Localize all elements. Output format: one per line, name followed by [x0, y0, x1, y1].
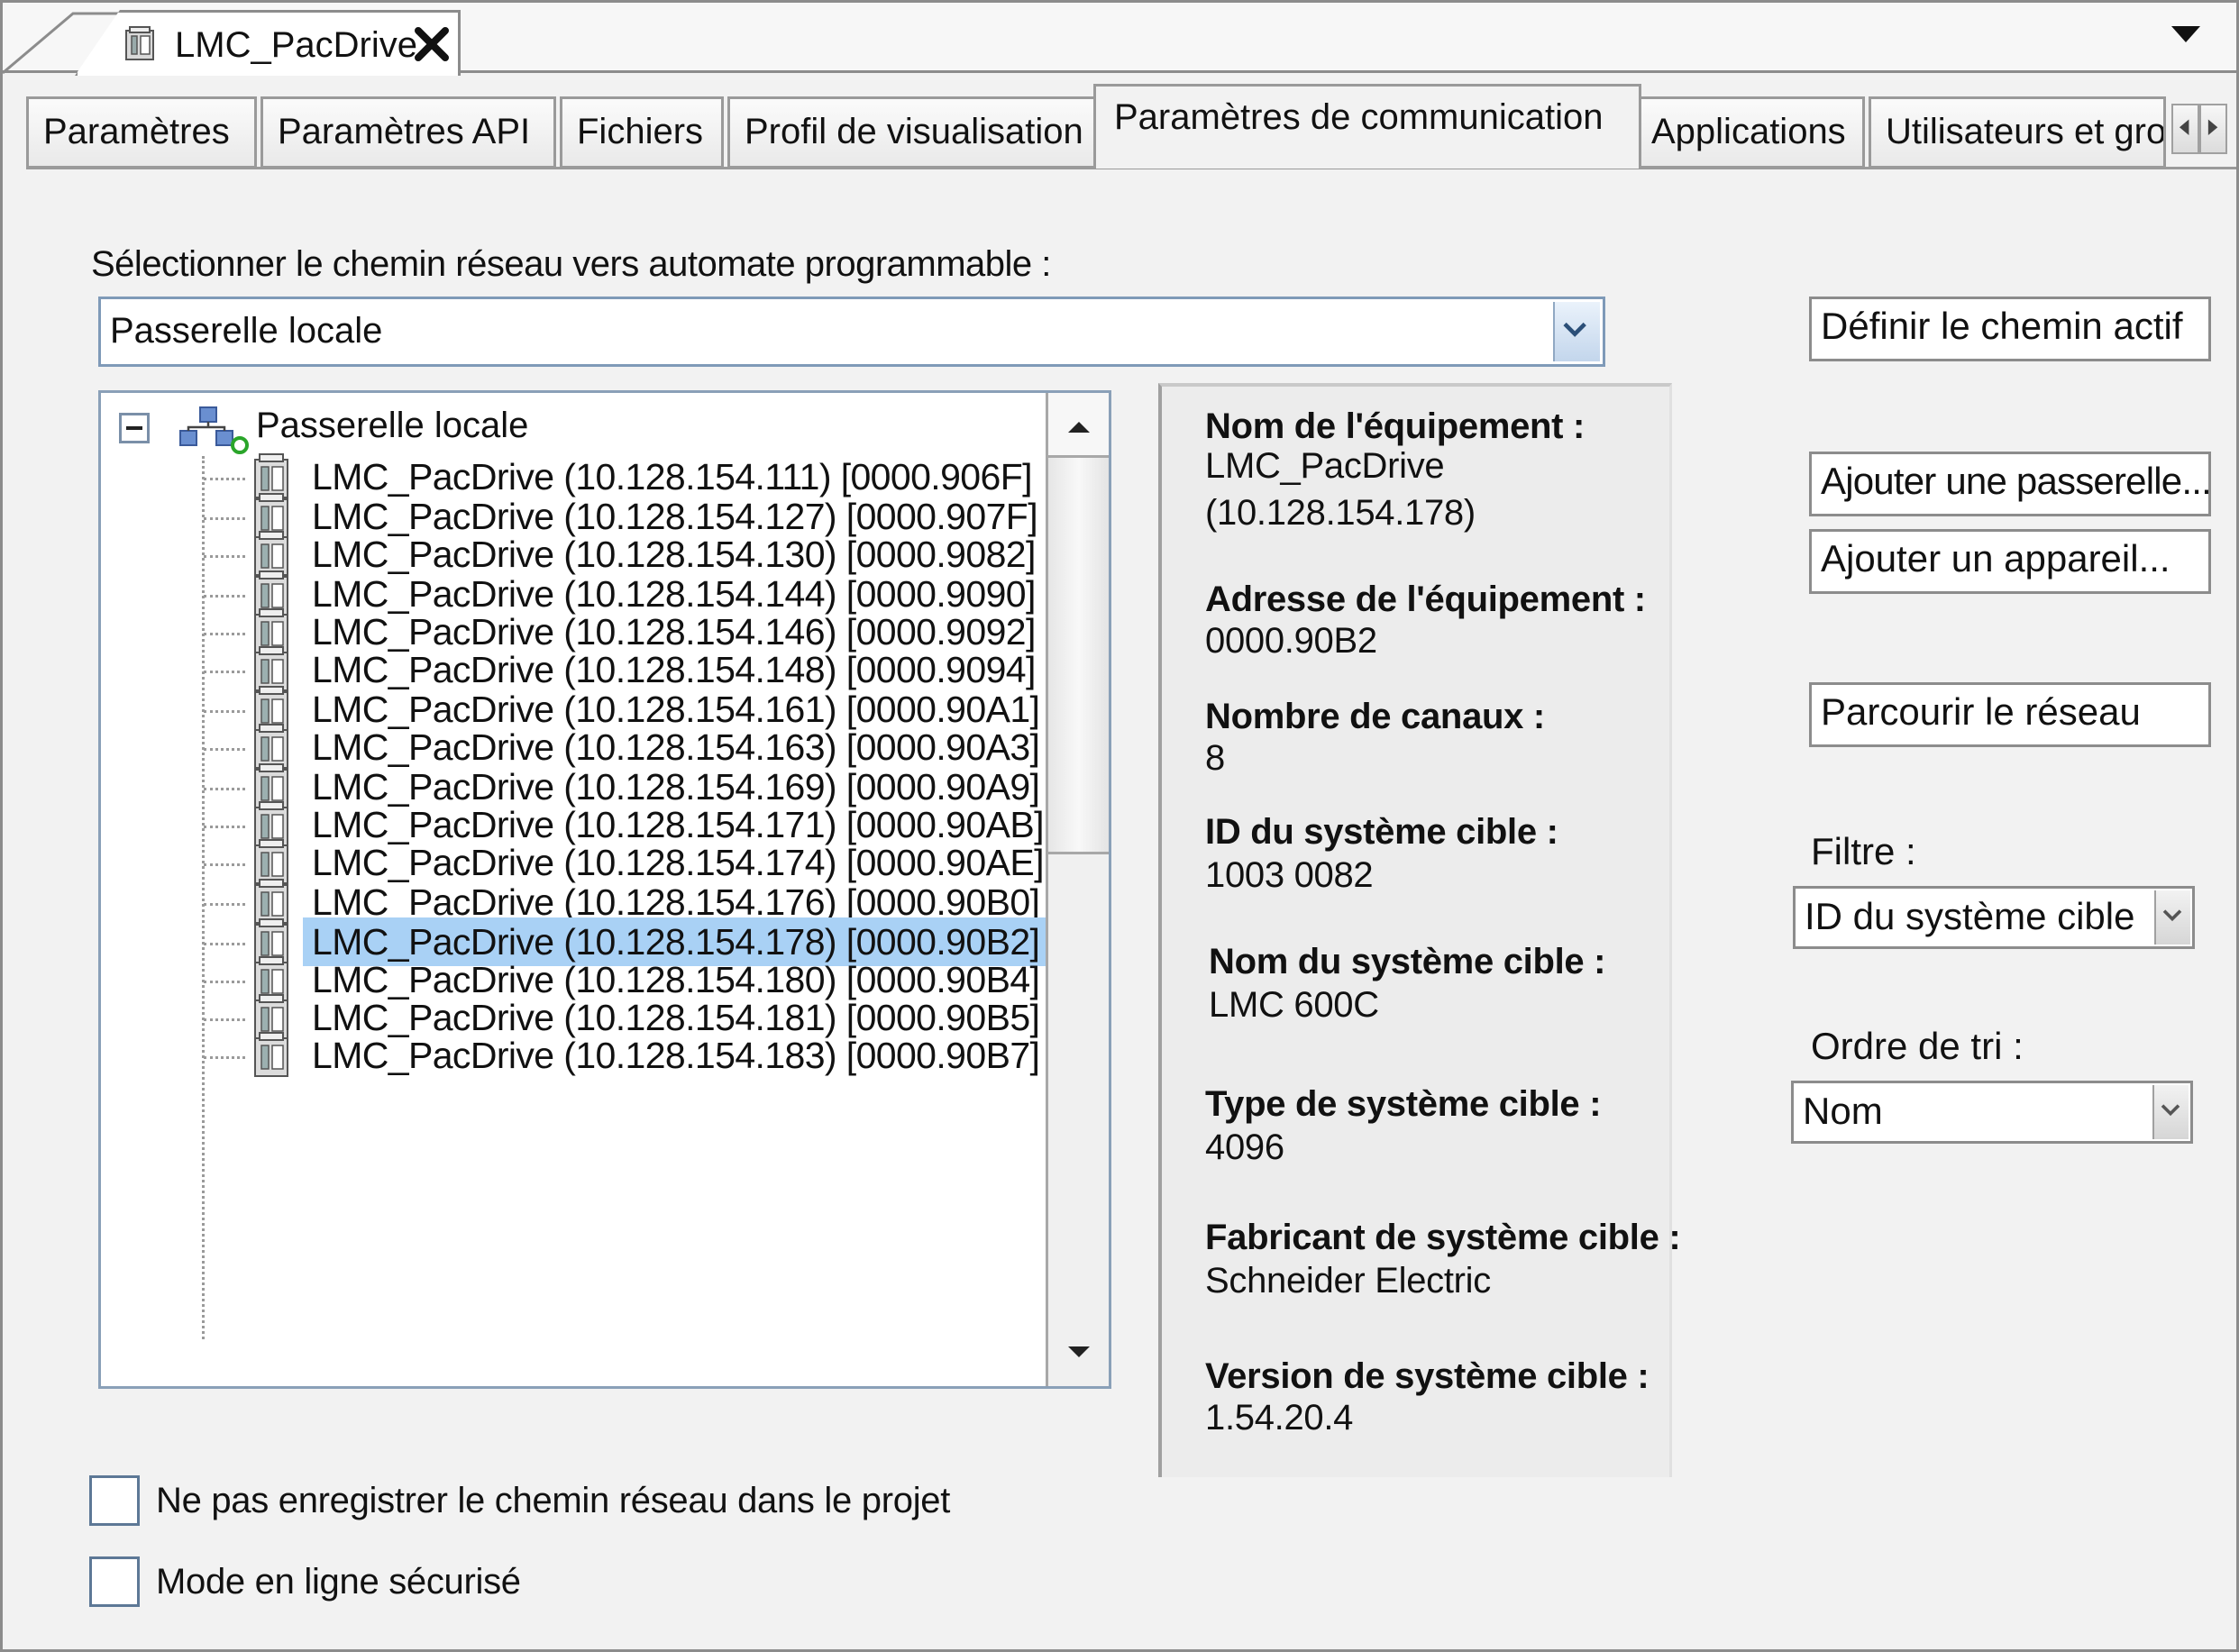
sort-order-select[interactable]: Nom	[1791, 1081, 2193, 1144]
device-tree[interactable]: Passerelle locale LMC_PacDrive (10.128.1…	[98, 390, 1111, 1389]
sort-order-label: Ordre de tri :	[1811, 1025, 2024, 1067]
network-path-select[interactable]: Passerelle locale	[98, 297, 1605, 367]
device-address-label: Adresse de l'équipement :	[1205, 580, 1646, 619]
chevron-right-icon	[2207, 119, 2218, 135]
filter-value: ID du système cible	[1805, 895, 2135, 937]
device-name-value: LMC_PacDrive	[1205, 446, 1445, 486]
chevron-down-icon	[1563, 322, 1586, 337]
device-address-value: 0000.90B2	[1205, 621, 1377, 661]
arrow-up-icon	[1068, 422, 1090, 433]
tab-scroll-right-button[interactable]	[2199, 104, 2227, 154]
scroll-up-button[interactable]	[1048, 393, 1109, 458]
target-vendor-value: Schneider Electric	[1205, 1261, 1491, 1301]
target-type-label: Type de système cible :	[1205, 1084, 1602, 1124]
tree-root-label: Passerelle locale	[256, 406, 529, 445]
device-icon	[125, 26, 154, 60]
device-ip-value: (10.128.154.178)	[1205, 493, 1476, 533]
set-active-path-button[interactable]: Définir le chemin actif	[1809, 297, 2211, 361]
device-name-label: Nom de l'équipement :	[1205, 406, 1586, 446]
tree-node[interactable]: LMC_PacDrive (10.128.154.183) [0000.90B7…	[101, 1029, 1040, 1080]
target-id-label: ID du système cible :	[1205, 812, 1558, 852]
chevron-left-icon	[2179, 119, 2189, 135]
channels-label: Nombre de canaux :	[1205, 697, 1545, 736]
filter-select[interactable]: ID du système cible	[1793, 886, 2195, 949]
tab-fichiers[interactable]: Fichiers	[560, 96, 724, 169]
dont-save-path-checkbox[interactable]	[89, 1475, 140, 1526]
add-gateway-button[interactable]: Ajouter une passerelle...	[1809, 452, 2211, 516]
scroll-down-button[interactable]	[1048, 1321, 1109, 1386]
close-icon[interactable]	[411, 23, 452, 65]
target-id-value: 1003 0082	[1205, 855, 1374, 895]
sort-order-dropdown-button[interactable]	[2152, 1085, 2189, 1139]
network-path-label: Sélectionner le chemin réseau vers autom…	[91, 244, 1051, 284]
tree-node-label: LMC_PacDrive (10.128.154.183) [0000.90B7…	[312, 1035, 1040, 1076]
tab-parametres[interactable]: Paramètres	[26, 96, 257, 169]
settings-tab-bar: Paramètres Paramètres API Fichiers Profi…	[26, 84, 2234, 169]
tab-utilisateurs-groupes[interactable]: Utilisateurs et groupes	[1869, 96, 2166, 169]
device-icon	[254, 1032, 288, 1077]
filter-label: Filtre :	[1811, 830, 1916, 872]
document-tab-title: LMC_PacDrive	[175, 25, 417, 65]
tab-list-dropdown-icon[interactable]	[2170, 23, 2202, 46]
add-device-button[interactable]: Ajouter un appareil...	[1809, 529, 2211, 594]
secure-online-label: Mode en ligne sécurisé	[156, 1562, 521, 1602]
editor-window: LMC_PacDrive Paramètres Paramètres API F…	[0, 0, 2239, 1652]
device-details-panel: Nom de l'équipement : LMC_PacDrive (10.1…	[1158, 383, 1681, 1477]
gateway-icon	[179, 406, 249, 454]
network-path-value: Passerelle locale	[110, 311, 383, 351]
dont-save-path-label: Ne pas enregistrer le chemin réseau dans…	[156, 1481, 951, 1520]
scroll-thumb[interactable]	[1048, 458, 1109, 854]
tab-profil-visualisation[interactable]: Profil de visualisation	[727, 96, 1106, 169]
tab-scroll-left-button[interactable]	[2171, 104, 2199, 154]
target-vendor-label: Fabricant de système cible :	[1205, 1218, 1681, 1257]
tab-scroller	[2171, 104, 2227, 154]
network-path-dropdown-button[interactable]	[1553, 302, 1600, 361]
target-version-label: Version de système cible :	[1205, 1356, 1650, 1396]
target-name-label: Nom du système cible :	[1209, 942, 1606, 981]
arrow-down-icon	[1068, 1346, 1090, 1357]
target-type-value: 4096	[1205, 1127, 1284, 1167]
chevron-down-icon	[2162, 909, 2182, 922]
tree-root-gateway[interactable]: Passerelle locale	[101, 400, 1038, 454]
tab-parametres-api[interactable]: Paramètres API	[260, 96, 556, 169]
tab-applications[interactable]: Applications	[1634, 96, 1865, 169]
collapse-icon[interactable]	[119, 413, 150, 443]
target-version-value: 1.54.20.4	[1205, 1398, 1354, 1438]
sort-order-value: Nom	[1803, 1090, 1883, 1132]
document-tab-strip: LMC_PacDrive	[3, 3, 2236, 76]
secure-online-checkbox[interactable]	[89, 1556, 140, 1607]
tab-parametres-communication[interactable]: Paramètres de communication	[1093, 84, 1641, 169]
channels-value: 8	[1205, 738, 1225, 778]
target-name-value: LMC 600C	[1209, 985, 1379, 1025]
filter-dropdown-button[interactable]	[2154, 890, 2190, 945]
document-tab[interactable]: LMC_PacDrive	[75, 10, 461, 76]
tree-scrollbar[interactable]	[1046, 393, 1109, 1386]
chevron-down-icon	[2161, 1104, 2180, 1117]
scan-network-button[interactable]: Parcourir le réseau	[1809, 682, 2211, 747]
